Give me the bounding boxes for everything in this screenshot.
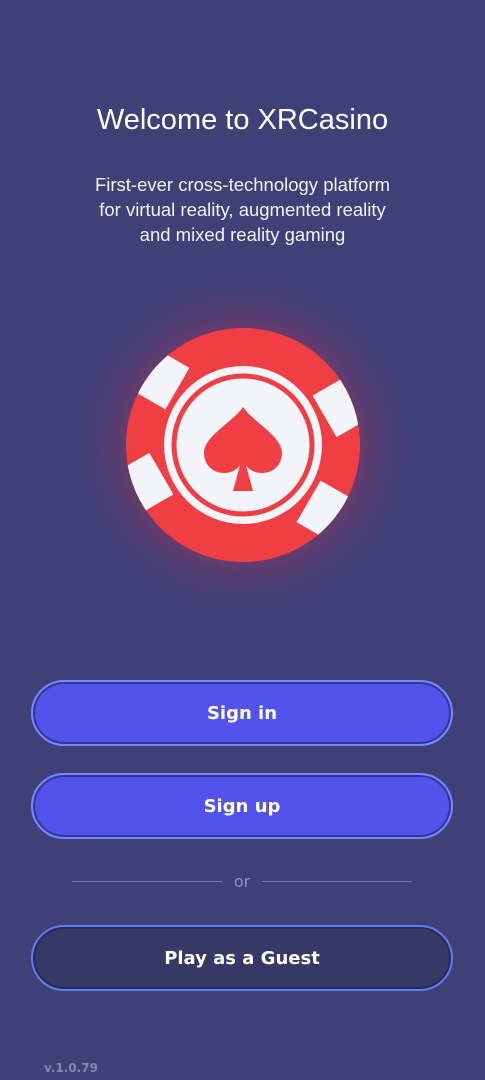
app-version: v.1.0.79 xyxy=(44,1061,98,1075)
welcome-title: Welcome to XRCasino xyxy=(96,104,389,136)
divider-line-right xyxy=(262,880,412,882)
welcome-screen: Welcome to XRCasino First-ever cross-tec… xyxy=(0,0,485,1080)
casino-chip-logo xyxy=(62,264,424,626)
divider-line-left xyxy=(72,880,222,882)
welcome-subtitle: First-ever cross-technology platform for… xyxy=(40,172,445,247)
poker-chip-spade-icon xyxy=(62,264,424,626)
subtitle-line: and mixed reality gaming xyxy=(139,224,346,245)
subtitle-line: First-ever cross-technology platform xyxy=(94,174,391,195)
sign-up-button[interactable]: Sign up xyxy=(31,773,453,839)
play-as-guest-button[interactable]: Play as a Guest xyxy=(31,925,453,991)
subtitle-line: for virtual reality, augmented reality xyxy=(99,199,386,220)
sign-in-button[interactable]: Sign in xyxy=(31,680,453,746)
divider-label: or xyxy=(233,871,251,891)
or-divider: or xyxy=(72,870,412,892)
